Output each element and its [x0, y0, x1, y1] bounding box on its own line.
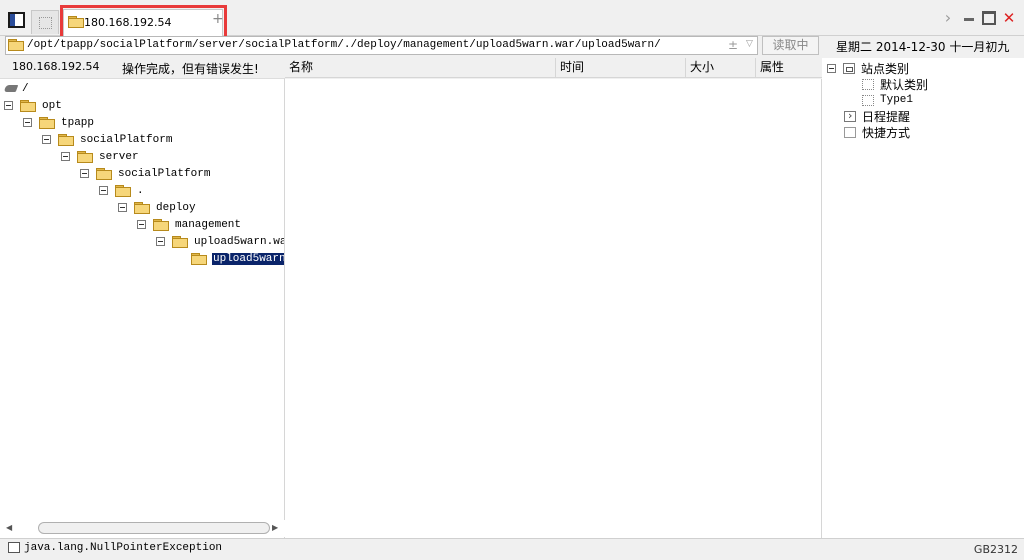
tree-item-socialplatform[interactable]: socialPlatform	[42, 131, 173, 148]
column-header: 名称 时间 大小 属性	[285, 58, 822, 78]
site-category-item[interactable]: 站点类别	[827, 60, 909, 76]
collapse-icon[interactable]	[4, 101, 13, 110]
bookmark-icon[interactable]: ±	[728, 38, 738, 52]
collapse-icon[interactable]	[61, 152, 70, 161]
window-controls: › ✕	[940, 9, 1016, 27]
maximize-icon[interactable]	[982, 11, 996, 25]
category-icon	[862, 78, 874, 90]
site-category-icon	[843, 62, 855, 74]
collapse-icon[interactable]	[137, 220, 146, 229]
column-time[interactable]: 时间	[556, 58, 686, 78]
tree-item-label: opt	[42, 99, 62, 112]
blank-tab-icon	[39, 17, 52, 29]
encoding-label[interactable]: GB2312	[974, 543, 1018, 556]
tree-item-label: upload5warn	[212, 252, 285, 265]
tree-item-opt[interactable]: opt	[4, 97, 63, 114]
directory-tree: / opt tpapp socialPlatform server social…	[0, 78, 285, 538]
type1-item[interactable]: Type1	[862, 92, 913, 108]
site-panel: 站点类别 默认类别 Type1 日程提醒 快捷方式	[822, 58, 1024, 538]
status-row: 180.168.192.54 操作完成，但有错误发生!	[0, 58, 285, 78]
column-attributes[interactable]: 属性	[756, 58, 822, 78]
tree-item-upload5warn[interactable]: upload5warn	[191, 250, 285, 267]
folder-icon	[58, 133, 74, 146]
type1-label: Type1	[880, 94, 914, 106]
log-icon[interactable]	[8, 542, 20, 553]
column-size[interactable]: 大小	[686, 58, 756, 78]
folder-icon	[134, 201, 150, 214]
schedule-reminder-item[interactable]: 日程提醒	[844, 108, 910, 124]
tree-item-root[interactable]: /	[3, 80, 30, 97]
read-button[interactable]: 读取中	[762, 36, 819, 55]
tree-item-label: tpapp	[61, 116, 95, 129]
schedule-reminder-label: 日程提醒	[862, 109, 911, 124]
tree-item-label: socialPlatform	[118, 167, 211, 180]
folder-icon	[8, 39, 24, 51]
tree-item-deploy[interactable]: deploy	[118, 199, 197, 216]
tab-server[interactable]: 180.168.192.54	[63, 9, 223, 36]
collapse-icon[interactable]	[23, 118, 32, 127]
folder-icon	[77, 150, 93, 163]
tree-item-socialplatform-2[interactable]: socialPlatform	[80, 165, 211, 182]
folder-icon	[172, 235, 188, 248]
error-message: java.lang.NullPointerException	[24, 542, 223, 554]
file-list[interactable]	[285, 79, 822, 538]
tree-item-label: management	[175, 218, 242, 231]
shortcut-item[interactable]: 快捷方式	[844, 124, 910, 140]
tree-item-tpapp[interactable]: tpapp	[23, 114, 95, 131]
default-category-label: 默认类别	[880, 77, 929, 92]
path-input[interactable]: /opt/tpapp/socialPlatform/server/socialP…	[5, 36, 758, 55]
collapse-icon[interactable]	[827, 63, 836, 73]
folder-icon	[39, 116, 55, 129]
folder-open-icon	[191, 252, 207, 265]
status-message: 操作完成，但有错误发生!	[122, 62, 259, 76]
title-bar: 180.168.192.54 + › ✕	[0, 0, 1024, 43]
collapse-icon[interactable]	[118, 203, 127, 212]
column-name[interactable]: 名称	[285, 58, 556, 78]
chevron-down-icon[interactable]: ▽	[746, 39, 753, 49]
tree-item-upload5warn-war[interactable]: upload5warn.war	[156, 233, 285, 250]
address-bar: /opt/tpapp/socialPlatform/server/socialP…	[0, 36, 822, 58]
status-bar: java.lang.NullPointerException GB2312	[0, 538, 1024, 560]
reminder-icon	[844, 109, 856, 122]
folder-icon	[68, 16, 84, 28]
tree-item-label: /	[22, 82, 29, 95]
collapse-icon[interactable]	[156, 237, 165, 246]
drive-icon	[3, 85, 19, 92]
folder-icon	[153, 218, 169, 231]
horizontal-scrollbar[interactable]: ◀ ▶	[0, 520, 285, 537]
collapse-icon[interactable]	[42, 135, 51, 144]
tree-item-label: server	[99, 150, 139, 163]
toggle-panel-icon[interactable]	[8, 12, 25, 28]
tree-item-dot[interactable]: .	[99, 182, 145, 199]
default-category-item[interactable]: 默认类别	[862, 76, 928, 92]
site-category-label: 站点类别	[861, 61, 910, 76]
tree-item-label: .	[137, 184, 144, 197]
tab-label: 180.168.192.54	[84, 16, 172, 29]
tree-item-label: upload5warn.war	[194, 235, 285, 248]
tree-item-server[interactable]: server	[61, 148, 140, 165]
category-icon	[862, 94, 874, 106]
tree-item-management[interactable]: management	[137, 216, 242, 233]
minimize-icon[interactable]	[962, 11, 976, 25]
collapse-icon[interactable]	[99, 186, 108, 195]
folder-icon	[115, 184, 131, 197]
scroll-left-icon[interactable]: ◀	[6, 523, 12, 532]
scroll-thumb[interactable]	[38, 522, 270, 534]
server-ip: 180.168.192.54	[12, 60, 100, 73]
tree-item-label: socialPlatform	[80, 133, 173, 146]
shortcut-label: 快捷方式	[862, 125, 911, 140]
folder-icon	[96, 167, 112, 180]
add-tab-button[interactable]: +	[212, 11, 224, 27]
path-text: /opt/tpapp/socialPlatform/server/socialP…	[27, 39, 661, 51]
scroll-right-icon[interactable]: ▶	[272, 523, 278, 532]
folder-icon	[20, 99, 36, 112]
close-icon[interactable]: ✕	[1002, 11, 1016, 26]
shortcut-icon	[844, 126, 856, 138]
tab-blank[interactable]	[31, 10, 59, 34]
tree-item-label: deploy	[156, 201, 196, 214]
chevron-right-icon[interactable]: ›	[940, 10, 956, 26]
date-display: 星期二 2014-12-30 十一月初九	[836, 40, 1010, 54]
collapse-icon[interactable]	[80, 169, 89, 178]
